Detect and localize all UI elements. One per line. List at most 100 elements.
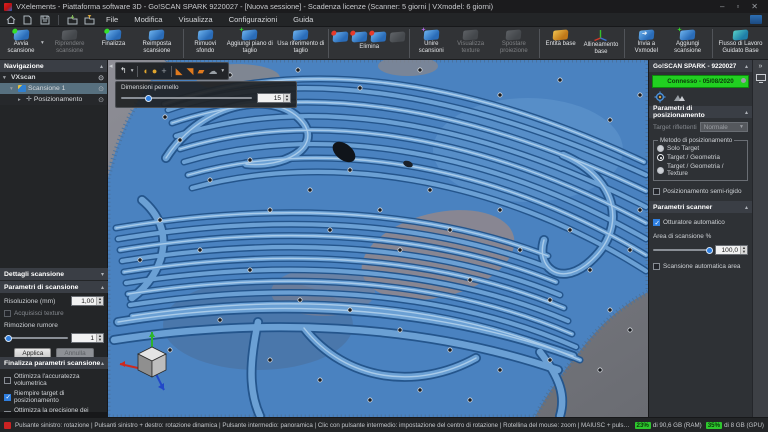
spinner-arrows-icon[interactable]: ▲▼ xyxy=(283,94,290,102)
ribbon-avvia-scansione-button[interactable]: Avvia scansione xyxy=(2,28,40,55)
dettagli-scansione-header[interactable]: Dettagli scansione ▾ xyxy=(0,268,108,280)
scan-preview-icon[interactable] xyxy=(673,92,686,103)
target-geometria-radio[interactable] xyxy=(657,154,664,161)
ribbon-allineamento-base-button[interactable]: Allineamento base xyxy=(580,28,623,56)
avvia-dropdown-icon[interactable]: ▾ xyxy=(41,40,44,46)
finalizza-parametri-header[interactable]: Finalizza parametri scansione ▴ xyxy=(0,357,108,369)
parametri-scansione-header[interactable]: Parametri di scansione ▴ xyxy=(0,281,108,293)
riempire-target-checkbox[interactable] xyxy=(4,394,11,401)
minimize-button[interactable]: – xyxy=(720,0,724,13)
brush-deselect-icon[interactable]: ◥ xyxy=(187,63,194,79)
navigation-panel-header[interactable]: Navigazione ▴ xyxy=(0,60,107,72)
posizionamento-semirigido-checkbox[interactable] xyxy=(653,188,660,195)
ribbon-aggiungi-piano-taglio-button[interactable]: Aggiungi piano di taglio xyxy=(224,28,275,55)
parametri-scanner-header[interactable]: Parametri scanner ▴ xyxy=(649,201,752,213)
expander-icon[interactable]: ▸ xyxy=(18,97,24,103)
menu-configurazioni[interactable]: Configurazioni xyxy=(223,13,284,27)
collapse-chevron-icon[interactable]: ▴ xyxy=(101,284,104,291)
scansione-automatica-checkbox[interactable] xyxy=(653,263,660,270)
ribbon-aggiungi-scansione-button[interactable]: Aggiungi scansione xyxy=(665,28,710,55)
ribbon-riprendere-scansione-button[interactable]: Riprendere scansione xyxy=(45,28,95,55)
home-icon[interactable] xyxy=(4,14,17,25)
elimina-selezione-rettangolo-icon[interactable] xyxy=(333,31,349,42)
menu-guida[interactable]: Guida xyxy=(287,13,319,27)
otturatore-automatico-checkbox[interactable] xyxy=(653,219,660,226)
menu-visualizza[interactable]: Visualizza xyxy=(173,13,219,27)
elimina-blob-icon[interactable] xyxy=(390,31,406,42)
rimozione-rumore-spinner[interactable]: 1 ▲▼ xyxy=(71,333,104,343)
scanner-panel-header[interactable]: Go!SCAN SPARK - 9220027 ▴ xyxy=(649,60,752,72)
ribbon-flusso-lavoro-button[interactable]: Flusso di Lavoro Guidato Base xyxy=(715,28,766,55)
rimozione-rumore-slider[interactable] xyxy=(4,337,68,339)
ribbon-spostare-proiezione-button[interactable]: Spostare proiezione xyxy=(491,28,537,55)
solo-target-radio[interactable] xyxy=(657,145,664,152)
slider-thumb[interactable] xyxy=(5,335,12,342)
3d-viewport-canvas[interactable] xyxy=(108,60,648,417)
ribbon-reimposta-scansione-button[interactable]: Reimposta scansione xyxy=(132,28,181,55)
expand-panel-icon[interactable]: » xyxy=(759,63,763,70)
export-session-icon[interactable] xyxy=(83,14,96,25)
new-session-icon[interactable] xyxy=(21,14,34,25)
ottimizza-accuratezza-checkbox[interactable] xyxy=(4,377,11,384)
tree-item-vxscan[interactable]: ▾ VXscan ⊙ xyxy=(0,72,107,83)
spinner-arrows-icon[interactable]: ▲▼ xyxy=(96,297,103,305)
slider-thumb[interactable] xyxy=(706,247,713,254)
help-badge-icon[interactable] xyxy=(750,15,762,24)
menu-modifica[interactable]: Modifica xyxy=(128,13,168,27)
collapse-left-panel-icon[interactable]: ◂ xyxy=(109,62,113,70)
target-geometria-texture-radio[interactable] xyxy=(657,167,664,174)
area-scansione-spinner[interactable]: 100,0 ▲▼ xyxy=(715,245,748,255)
expander-icon[interactable]: ▾ xyxy=(10,86,16,92)
half-sphere-brush-icon[interactable]: ◖ xyxy=(142,63,147,79)
blob-select-icon[interactable]: ☁ xyxy=(208,63,217,79)
collapse-chevron-icon[interactable]: ▴ xyxy=(745,63,748,70)
collapse-chevron-icon[interactable]: ▴ xyxy=(101,360,104,367)
monitor-icon[interactable] xyxy=(756,74,766,83)
ram-text: di 90,6 GB (RAM) xyxy=(653,422,702,429)
close-button[interactable]: ✕ xyxy=(751,0,758,13)
radio-label: Target / Geometria / Texture xyxy=(667,163,744,177)
ribbon-rimuovi-sfondo-button[interactable]: Rimuovi sfondo xyxy=(186,28,224,55)
visibility-eye-icon[interactable]: ⊙ xyxy=(98,74,104,82)
selection-curve-icon[interactable]: ↰ xyxy=(120,63,127,79)
target-riflettenti-dropdown[interactable]: Normale ▼ xyxy=(700,122,748,132)
slider-thumb[interactable] xyxy=(145,95,152,102)
tree-item-posizionamento[interactable]: ▸ ✛ Posizionamento ⊙ xyxy=(0,94,107,105)
brush-size-spinner[interactable]: 15 ▲▼ xyxy=(257,93,291,103)
scanner-settings-icon[interactable] xyxy=(654,91,667,103)
save-session-icon[interactable] xyxy=(38,14,51,25)
ribbon-finalizza-button[interactable]: Finalizza xyxy=(94,28,132,49)
tools-dropdown-icon[interactable]: ▾ xyxy=(221,63,224,79)
parametri-posizionamento-header[interactable]: Parametri di posizionamento ▴ xyxy=(649,106,752,118)
risoluzione-spinner[interactable]: 1,00 ▲▼ xyxy=(71,296,104,306)
menu-file[interactable]: File xyxy=(100,13,124,27)
brush-size-slider[interactable] xyxy=(121,97,252,99)
visibility-eye-icon[interactable]: ⊙ xyxy=(98,96,104,104)
selection-dropdown-icon[interactable]: ▾ xyxy=(131,63,134,79)
ribbon-visualizza-texture-button[interactable]: Visualizza texture xyxy=(450,28,491,55)
collapse-chevron-icon[interactable]: ▴ xyxy=(745,109,748,116)
brush-select-icon[interactable]: ◣ xyxy=(176,63,183,79)
3d-viewport[interactable]: ◂ ↰ ▾ ◖ ● + ◣ ◥ ▰ ☁ ▾ Dimensioni pennell… xyxy=(108,60,648,417)
elimina-pennello-icon[interactable] xyxy=(371,31,387,42)
import-session-icon[interactable] xyxy=(66,14,79,25)
collapse-chevron-icon[interactable]: ▴ xyxy=(100,63,103,70)
ribbon-invia-vxmodel-button[interactable]: Invia a Vxmodel xyxy=(627,28,665,55)
ribbon-entita-base-button[interactable]: Entità base xyxy=(542,28,580,49)
spinner-arrows-icon[interactable]: ▲▼ xyxy=(740,246,747,254)
ribbon-unire-scansioni-button[interactable]: Unire scansioni xyxy=(412,28,450,55)
collapse-chevron-icon[interactable]: ▾ xyxy=(101,271,104,278)
tree-item-scansione-1[interactable]: ▾ Scansione 1 ⊙ xyxy=(0,83,107,94)
collapse-chevron-icon[interactable]: ▴ xyxy=(745,204,748,211)
acquisisci-texture-checkbox[interactable] xyxy=(4,310,11,317)
expander-icon[interactable]: ▾ xyxy=(3,75,9,81)
area-scansione-slider[interactable] xyxy=(653,249,712,251)
visibility-eye-icon[interactable]: ⊙ xyxy=(98,85,104,93)
spinner-arrows-icon[interactable]: ▲▼ xyxy=(96,334,103,342)
ribbon-usa-riferimento-taglio-button[interactable]: Usa riferimento di taglio xyxy=(275,28,326,55)
maximize-button[interactable]: ▫ xyxy=(736,0,739,13)
crosshair-icon[interactable]: + xyxy=(161,63,166,79)
sphere-brush-icon[interactable]: ● xyxy=(152,63,157,79)
surface-select-icon[interactable]: ▰ xyxy=(197,63,204,79)
elimina-selezione-libera-icon[interactable] xyxy=(352,31,368,42)
